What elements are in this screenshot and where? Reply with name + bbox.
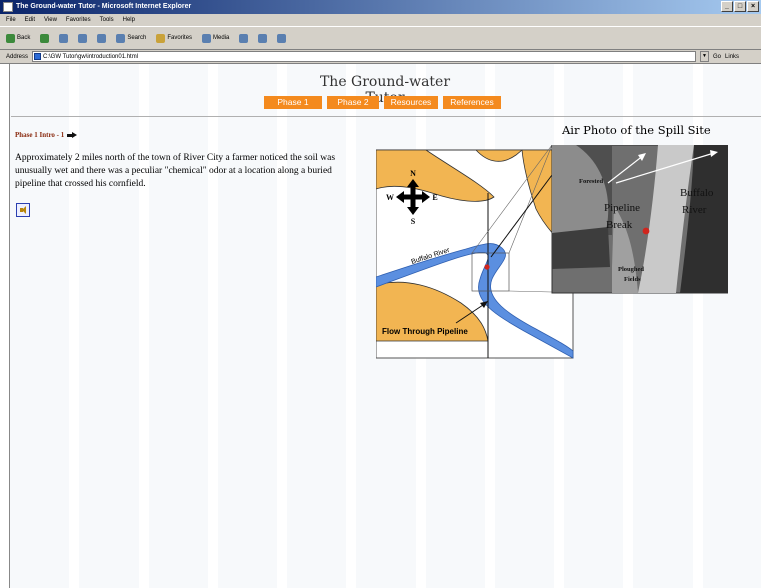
bg-column (10, 64, 70, 588)
nav-references[interactable]: References (443, 96, 501, 109)
photo-label-ploughed: Ploughed (618, 266, 644, 273)
search-button[interactable]: Search (116, 33, 146, 43)
address-input[interactable]: C:\GW Tutor\gw\introduction01.html (32, 51, 697, 62)
photo-spill-marker (642, 227, 650, 235)
page-icon (34, 53, 42, 60)
favorites-icon (156, 33, 166, 43)
back-button[interactable]: Back (6, 33, 30, 43)
pipeline-flow-label: Flow Through Pipeline (382, 327, 468, 336)
maximize-button[interactable]: □ (734, 1, 746, 12)
bg-column (217, 64, 278, 588)
menu-bar: File Edit View Favorites Tools Help (0, 14, 761, 26)
media-button[interactable]: Media (202, 33, 229, 43)
compass-n: N (410, 169, 416, 178)
menu-tools[interactable]: Tools (100, 14, 114, 26)
breadcrumb: Phase 1 Intro - 1 (15, 131, 78, 139)
nav-phase-2[interactable]: Phase 2 (327, 96, 379, 109)
refresh-button[interactable] (78, 33, 88, 43)
home-icon (97, 33, 107, 43)
menu-view[interactable]: View (44, 14, 57, 26)
address-dropdown-button[interactable]: ▼ (700, 51, 710, 62)
refresh-icon (78, 33, 88, 43)
photo-label-break: Break (606, 219, 633, 231)
menu-favorites[interactable]: Favorites (66, 14, 91, 26)
close-button[interactable]: × (747, 1, 759, 12)
history-icon (239, 33, 249, 43)
nav-resources[interactable]: Resources (384, 96, 438, 109)
ie-app-icon (3, 2, 13, 12)
bg-column (79, 64, 139, 588)
photo-label-pipeline: Pipeline (604, 202, 640, 214)
spill-site-figure: Buffalo River Flow Through Pipeline N S … (376, 145, 728, 359)
compass-w: W (386, 193, 394, 202)
figure-title: Air Photo of the Spill Site (562, 123, 711, 137)
forward-arrow-icon (40, 33, 50, 43)
window-titlebar: The Ground-water Tutor - Microsoft Inter… (0, 0, 761, 14)
address-label: Address (6, 53, 29, 60)
photo-label-river: River (682, 204, 707, 216)
address-bar: Address C:\GW Tutor\gw\introduction01.ht… (0, 50, 761, 64)
menu-edit[interactable]: Edit (25, 14, 35, 26)
compass-e: E (432, 193, 437, 202)
history-button[interactable] (239, 33, 249, 43)
mail-button[interactable] (258, 33, 268, 43)
bg-column (287, 64, 347, 588)
next-arrow-icon[interactable] (67, 131, 78, 139)
photo-label-fields: Fields (624, 276, 641, 283)
toolbar: Back Search Favorites Media (0, 26, 761, 50)
menu-help[interactable]: Help (123, 14, 135, 26)
back-arrow-icon (6, 33, 15, 43)
nav-phase-1[interactable]: Phase 1 (264, 96, 322, 109)
minimize-button[interactable]: _ (721, 1, 733, 12)
stop-button[interactable] (59, 33, 69, 43)
forward-button[interactable] (40, 33, 50, 43)
go-button[interactable]: Go (713, 54, 721, 60)
compass-s: S (411, 217, 416, 226)
favorites-button[interactable]: Favorites (156, 33, 192, 43)
site-nav: Phase 1 Phase 2 Resources References (264, 96, 501, 109)
air-photo: Forested Buffalo River Pipeline Break Pl… (551, 145, 728, 294)
media-icon (202, 33, 212, 43)
intro-text: Approximately 2 miles north of the town … (15, 153, 336, 189)
search-icon (116, 33, 126, 43)
breadcrumb-label: Phase 1 Intro - 1 (15, 131, 65, 139)
photo-label-forested: Forested (579, 178, 603, 185)
print-icon (277, 33, 287, 43)
menu-file[interactable]: File (6, 14, 16, 26)
photo-label-buffalo: Buffalo (680, 187, 714, 199)
spill-marker (484, 264, 490, 270)
stop-icon (59, 33, 69, 43)
links-button[interactable]: Links (725, 54, 739, 60)
mail-icon (258, 33, 268, 43)
home-button[interactable] (97, 33, 107, 43)
window-title: The Ground-water Tutor - Microsoft Inter… (16, 3, 192, 10)
bg-column (148, 64, 208, 588)
audio-speaker-icon[interactable] (16, 203, 30, 217)
divider (11, 116, 761, 117)
print-button[interactable] (277, 33, 287, 43)
